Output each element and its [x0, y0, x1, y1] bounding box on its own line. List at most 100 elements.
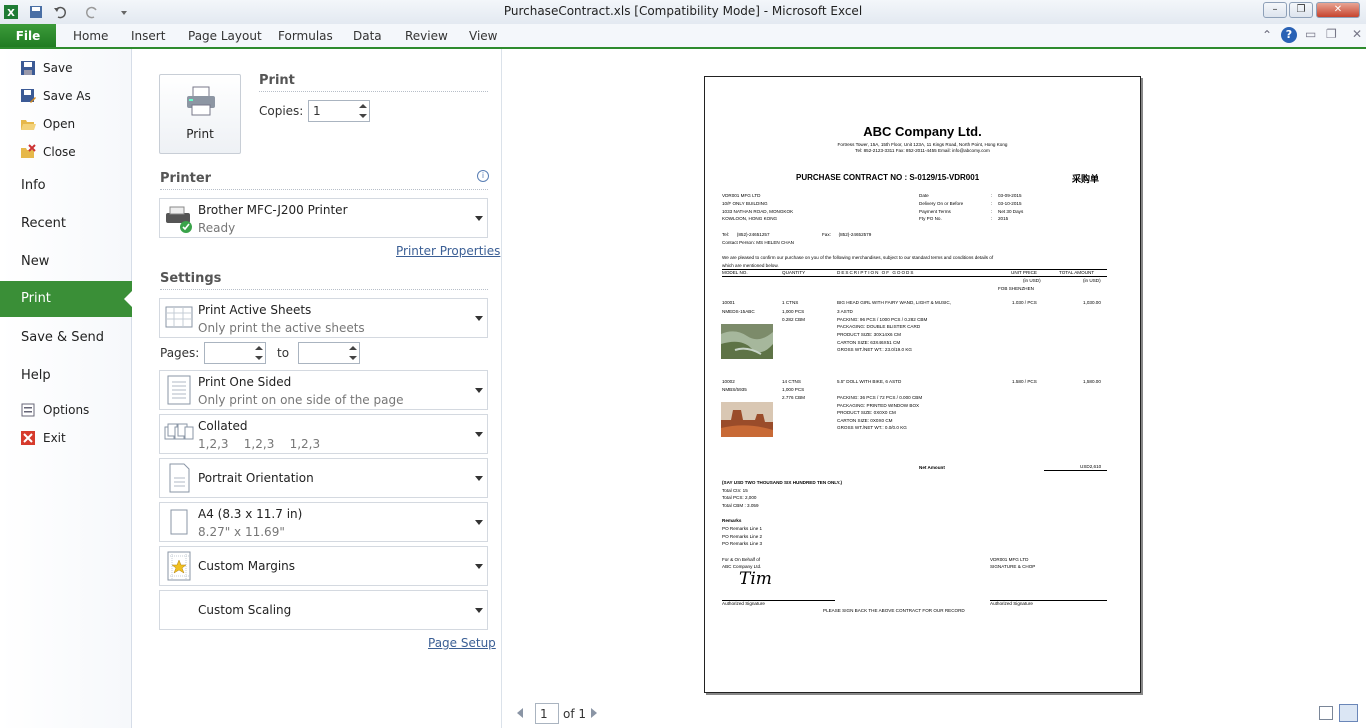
settings-heading: Settings — [160, 271, 222, 286]
nav-save-as[interactable]: Save As — [20, 86, 91, 106]
help-icon[interactable]: ? — [1281, 27, 1297, 43]
info-value: 03-09-2015 — [998, 193, 1022, 198]
item-model: 10002 — [722, 379, 735, 384]
info-label: Date — [919, 193, 929, 198]
show-margins-icon[interactable] — [1319, 706, 1333, 720]
orientation-select[interactable]: Portrait Orientation — [159, 458, 488, 498]
nav-close[interactable]: Close — [20, 142, 76, 162]
remark-line: PO Remarks Line 2 — [722, 534, 763, 539]
tab-formulas[interactable]: Formulas — [278, 29, 333, 43]
info-colon: : — [991, 193, 993, 198]
nav-open[interactable]: Open — [20, 114, 75, 134]
printer-select[interactable]: Brother MFC-J200 Printer Ready — [159, 198, 488, 238]
close-file-icon — [20, 144, 36, 160]
item-unit: 1.580 / PCS — [1012, 379, 1037, 384]
doc-contact: Tel: 852-2123-3311 Fax: 852-2011-4455 Em… — [855, 148, 990, 153]
spin-up-icon[interactable] — [255, 346, 263, 350]
nav-print[interactable]: Print — [0, 281, 132, 317]
zoom-to-page-icon[interactable] — [1339, 704, 1358, 722]
item-model2: NMEDS-15ABC — [722, 309, 755, 314]
chevron-down-icon — [475, 432, 483, 437]
info-value: Net 30 Days — [998, 209, 1024, 214]
collation-select[interactable]: Collated 1,2,3 1,2,3 1,2,3 — [159, 414, 488, 454]
active-sheets-icon — [164, 303, 194, 333]
item-qty2: 1,000 PCS — [782, 309, 805, 314]
pages-from-input[interactable] — [204, 342, 266, 364]
item-packaging: PACKAGING: PRINTED WINDOW BOX — [837, 403, 920, 408]
spin-down-icon[interactable] — [255, 356, 263, 360]
nav-help[interactable]: Help — [21, 368, 51, 383]
vendor-line: 1033 NATHAN ROAD, MONGKOK — [722, 209, 794, 214]
item-carton-size: CARTON SIZE: 63X46X51 CM — [837, 340, 901, 345]
item-packing: PACKING: 36 PCS / 72 PCS / 0.000 CBM — [837, 395, 923, 400]
close-window-button[interactable]: ✕ — [1316, 2, 1360, 18]
title-bar: X PurchaseContract.xls [Compatibility Mo… — [0, 0, 1366, 24]
print-heading: Print — [259, 73, 295, 88]
print-what-select[interactable]: Print Active Sheets Only print the activ… — [159, 298, 488, 338]
doc-tel: Tel: (852)-24651257 — [722, 232, 770, 237]
chevron-down-icon — [475, 388, 483, 393]
previous-page-icon[interactable] — [517, 708, 523, 718]
item-qty: 14 CTNS — [782, 379, 801, 384]
next-page-icon[interactable] — [591, 708, 597, 718]
tab-file[interactable]: File — [0, 24, 56, 48]
page-count: of 1 — [563, 707, 587, 721]
minimize-button[interactable]: – — [1263, 2, 1287, 18]
workbook-minimize-icon[interactable]: ▭ — [1305, 27, 1316, 41]
restore-button[interactable]: ❐ — [1289, 2, 1313, 18]
tab-data[interactable]: Data — [353, 29, 382, 43]
pages-to-input[interactable] — [298, 342, 360, 364]
nav-info[interactable]: Info — [21, 178, 46, 193]
nav-save-send[interactable]: Save & Send — [21, 330, 104, 345]
item-qty: 1 CTNS — [782, 300, 799, 305]
exit-icon — [20, 430, 36, 446]
chevron-down-icon — [475, 216, 483, 221]
window-title: PurchaseContract.xls [Compatibility Mode… — [503, 4, 863, 18]
workbook-restore-icon[interactable]: ❐ — [1326, 27, 1337, 41]
signature: Tim — [739, 569, 772, 589]
copies-stepper[interactable]: 1 — [308, 100, 370, 122]
spin-up-icon[interactable] — [359, 104, 367, 108]
print-button[interactable]: Print — [159, 74, 241, 154]
tab-insert[interactable]: Insert — [131, 29, 165, 43]
col-model: MODEL NO. — [722, 270, 748, 275]
doc-footer: PLEASE SIGN BACK THE ABOVE CONTRACT FOR … — [823, 608, 965, 613]
nav-new[interactable]: New — [21, 254, 49, 269]
margins-select[interactable]: Custom Margins — [159, 546, 488, 586]
nav-exit[interactable]: Exit — [20, 428, 66, 448]
item-desc: BIG HEAD GIRL WITH FAIRY WAND, LIGHT & M… — [837, 300, 952, 305]
nav-save[interactable]: Save — [20, 58, 72, 78]
chevron-down-icon — [475, 316, 483, 321]
tab-view[interactable]: View — [469, 29, 497, 43]
item-photo — [721, 324, 773, 359]
spin-up-icon[interactable] — [349, 346, 357, 350]
sides-select[interactable]: Print One Sided Only print on one side o… — [159, 370, 488, 410]
col-unit: UNIT PRICE — [1011, 270, 1037, 275]
spin-down-icon[interactable] — [359, 114, 367, 118]
printer-properties-link[interactable]: Printer Properties — [396, 244, 500, 258]
tab-page-layout[interactable]: Page Layout — [188, 29, 262, 43]
page-setup-link[interactable]: Page Setup — [428, 636, 496, 650]
minimize-ribbon-icon[interactable]: ⌃ — [1262, 28, 1272, 42]
remark-line: PO Remarks Line 3 — [722, 541, 763, 546]
tab-home[interactable]: Home — [73, 29, 108, 43]
scaling-select[interactable]: Custom Scaling — [159, 590, 488, 630]
divider — [160, 289, 488, 290]
info-icon[interactable]: i — [477, 170, 489, 182]
behalf-line: For & On Behalf of — [722, 557, 761, 562]
tab-review[interactable]: Review — [405, 29, 448, 43]
paper-size-select[interactable]: A4 (8.3 x 11.7 in) 8.27" x 11.69" — [159, 502, 488, 542]
info-label: Payment Terms — [919, 209, 951, 214]
divider — [160, 189, 488, 190]
spin-down-icon[interactable] — [349, 356, 357, 360]
workbook-close-icon[interactable]: ✕ — [1352, 27, 1362, 41]
doc-contact-person: Contact Person: MS HELEN CHAN — [722, 240, 794, 245]
item-qty3: 2.776 CBM — [782, 395, 805, 400]
item-desc: 5.5" DOLL WITH BIKE, 6 ASTD — [837, 379, 902, 384]
amount-in-words: (SAY USD TWO THOUSAND SIX HUNDRED TEN ON… — [722, 480, 843, 485]
page-number-input[interactable]: 1 — [535, 703, 559, 724]
save-as-icon — [20, 88, 36, 104]
nav-options[interactable]: Options — [20, 400, 89, 420]
nav-recent[interactable]: Recent — [21, 216, 66, 231]
item-qty3: 0.282 CBM — [782, 317, 805, 322]
